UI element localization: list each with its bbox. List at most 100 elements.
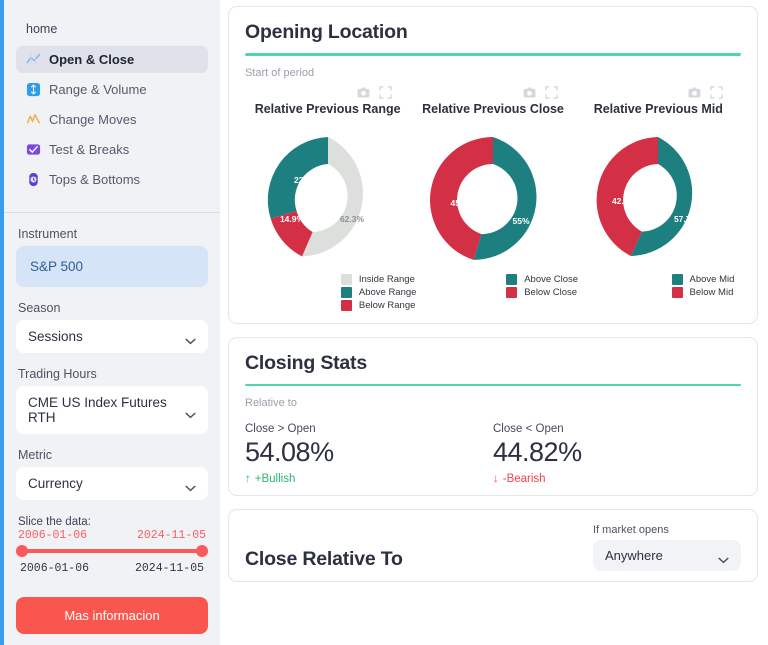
page-title: Opening Location [245, 21, 408, 43]
sidebar-item-label: Range & Volume [49, 82, 147, 97]
slider-handle-end[interactable] [196, 545, 208, 557]
checkbox-icon [26, 142, 41, 157]
camera-icon[interactable] [523, 86, 536, 99]
season-value: Sessions [28, 329, 83, 344]
legend-swatch [671, 286, 683, 298]
expand-icon[interactable] [710, 86, 723, 99]
sidebar-nav: home Open & Close Range & Volume Change … [4, 0, 220, 204]
camera-icon[interactable] [688, 86, 701, 99]
chart-legend: Above Close Below Close [410, 273, 579, 298]
legend-label: Inside Range [358, 273, 415, 285]
expand-icon[interactable] [544, 86, 558, 99]
legend-swatch [671, 273, 683, 285]
opening-location-subtitle: Start of period [245, 66, 315, 79]
legend-swatch [340, 299, 352, 311]
metric-label: Metric [18, 448, 53, 462]
slice-label: 42.3% [612, 196, 637, 206]
opening-location-card: Opening Location Start of period Relativ… [228, 6, 758, 324]
legend-label: Below Range [358, 299, 416, 311]
trading-hours-select[interactable]: CME US Index Futures RTH [16, 386, 208, 434]
chevron-down-icon [185, 480, 196, 492]
slider-bounds: 2006-01-06 2024-11-05 [16, 560, 208, 575]
line-chart-icon [26, 52, 41, 67]
legend-item[interactable]: Above Range [340, 286, 416, 298]
slider-value-end: 2024-11-05 [136, 529, 206, 542]
sidebar-controls: Instrument S&P 500 Season Sessions Tradi… [4, 227, 220, 575]
slider-value-start: 2006-01-06 [18, 529, 88, 542]
arrow-up-icon: ↑ [245, 473, 251, 485]
sidebar-item-open-close[interactable]: Open & Close [16, 46, 208, 73]
donut-chart: 62.3% 22.9% 14.9% [245, 132, 410, 268]
legend-label: Above Mid [689, 273, 735, 285]
legend-swatch [340, 286, 352, 298]
market-opens-select[interactable]: Anywhere [593, 540, 741, 571]
slice-label: 14.9% [280, 214, 305, 224]
trading-hours-label: Trading Hours [18, 367, 97, 381]
trading-hours-value: CME US Index Futures RTH [28, 395, 167, 425]
sidebar-item-tops-bottoms[interactable]: Tops & Bottoms [16, 166, 208, 193]
closing-stats-row: Close > Open 54.08% ↑ +Bullish Close < O… [245, 423, 741, 485]
zigzag-icon [26, 112, 41, 127]
sidebar-item-test-breaks[interactable]: Test & Breaks [16, 136, 208, 163]
stat-label: Close < Open [493, 423, 564, 435]
slider-handle-start[interactable] [16, 545, 28, 557]
slice-label: 57.7% [674, 214, 699, 224]
donut-svg: 55% 45% [430, 136, 537, 260]
sidebar-item-range-volume[interactable]: Range & Volume [16, 76, 208, 103]
closing-stats-card: Closing Stats Relative to Close > Open 5… [228, 336, 758, 496]
sidebar-divider [4, 212, 220, 213]
sidebar-item-label: Tops & Bottoms [49, 172, 141, 187]
app-root: home Open & Close Range & Volume Change … [0, 0, 768, 645]
stat-tag-label: -Bearish [502, 473, 546, 485]
arrow-down-icon: ↓ [493, 473, 499, 485]
slider-selected-values: 2006-01-06 2024-11-05 [16, 529, 208, 542]
legend-swatch [506, 286, 518, 298]
season-select[interactable]: Sessions [16, 320, 208, 353]
instrument-value[interactable]: S&P 500 [16, 246, 208, 287]
slice-label: 22.9% [294, 175, 319, 185]
date-range-slider[interactable] [16, 544, 208, 558]
slice-data-label: Slice the data: [18, 516, 91, 528]
legend-item[interactable]: Above Mid [671, 273, 741, 285]
chart-title: Relative Previous Range [254, 101, 401, 116]
legend-item[interactable]: Below Mid [671, 286, 741, 298]
chart-toolbar [245, 85, 410, 101]
title-underline [245, 53, 741, 56]
chevron-down-icon [185, 333, 196, 345]
sidebar: home Open & Close Range & Volume Change … [0, 0, 220, 645]
chart-relative-previous-range: Relative Previous Range 62.3% 22.9% 14.9… [245, 85, 416, 313]
chart-title: Relative Previous Mid [593, 101, 723, 116]
expand-icon[interactable] [379, 86, 393, 99]
status-badge: ↑ +Bullish [245, 473, 493, 485]
chart-relative-previous-close: Relative Previous Close 55% 45% Above Cl… [410, 85, 579, 313]
chevron-down-icon [718, 552, 729, 564]
stat-value: 54.08% [245, 437, 334, 467]
camera-icon[interactable] [357, 86, 370, 99]
stat-close-greater-open: Close > Open 54.08% ↑ +Bullish [245, 423, 493, 485]
slider-track [20, 549, 204, 553]
mas-informacion-button[interactable]: Mas informacion [16, 597, 208, 634]
legend-item[interactable]: Above Close [506, 273, 579, 285]
close-relative-to-title: Close Relative To [245, 548, 403, 570]
close-relative-to-header: Close Relative To If market opens Anywhe… [245, 524, 741, 571]
breadcrumb-home[interactable]: home [16, 18, 208, 46]
sidebar-item-change-moves[interactable]: Change Moves [16, 106, 208, 133]
arrows-updown-icon [26, 82, 41, 97]
legend-swatch [340, 273, 352, 285]
season-label: Season [18, 301, 61, 315]
chart-title: Relative Previous Close [422, 101, 564, 116]
legend-item[interactable]: Below Range [340, 299, 415, 311]
legend-item[interactable]: Inside Range [340, 273, 415, 285]
legend-label: Below Mid [689, 286, 734, 298]
chart-legend: Inside Range Above Range Below Range [245, 273, 416, 311]
legend-label: Above Close [524, 273, 579, 285]
market-opens-label: If market opens [593, 524, 669, 536]
slice-label: 55% [512, 216, 529, 226]
chevron-down-icon [185, 407, 196, 418]
instrument-label: Instrument [18, 227, 78, 241]
chart-legend: Above Mid Below Mid [576, 273, 741, 298]
legend-item[interactable]: Below Close [506, 286, 577, 298]
slider-max-label: 2024-11-05 [134, 562, 204, 575]
metric-select[interactable]: Currency [16, 467, 208, 500]
chart-toolbar [576, 85, 741, 101]
